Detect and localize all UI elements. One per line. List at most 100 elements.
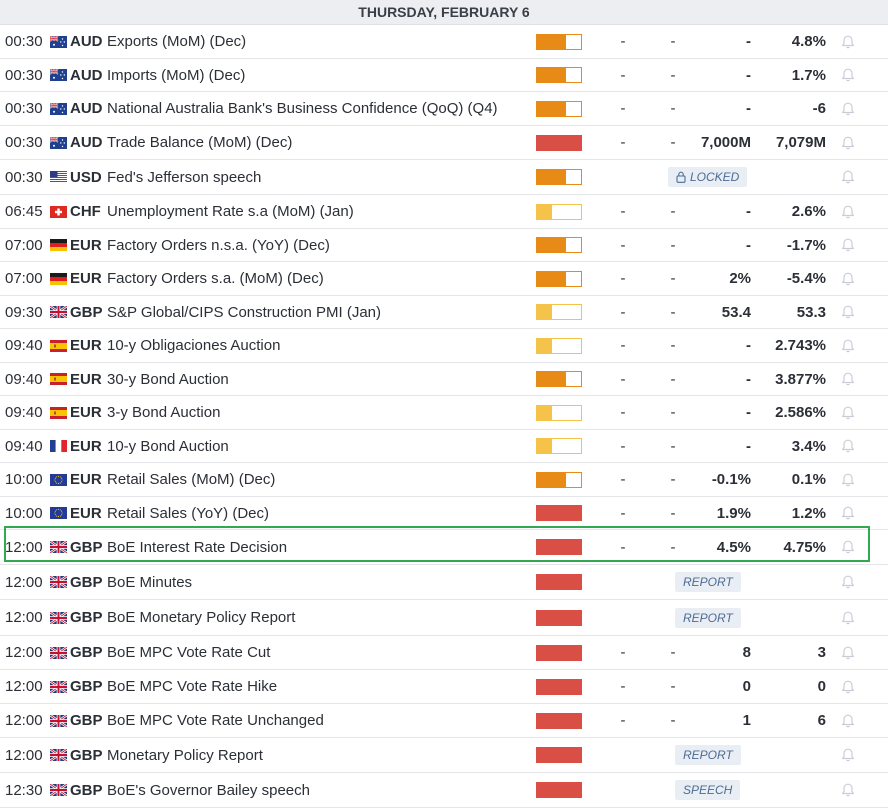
currency-code: GBP [70,538,103,556]
bell-icon[interactable] [840,371,856,387]
event-name[interactable]: Unemployment Rate s.a (MoM) (Jan) [107,195,354,228]
event-name[interactable]: Monetary Policy Report [107,738,263,772]
event-row[interactable]: 06:45 CHF Unemployment Rate s.a (MoM) (Jan… [0,195,888,229]
locked-badge[interactable]: LOCKED [668,167,748,187]
germany-flag-icon [50,272,67,285]
event-row[interactable]: 09:40 EUR 10-y Bond Auction - - - 3.4% [0,430,888,463]
report-badge[interactable]: REPORT [675,745,741,765]
event-row[interactable]: 12:30 GBP BoE's Governor Bailey speech SPEE… [0,773,888,808]
event-name[interactable]: Exports (MoM) (Dec) [107,25,246,58]
bell-icon[interactable] [840,204,856,220]
impact-bar-fill [537,575,581,589]
event-row[interactable]: 09:40 EUR 3-y Bond Auction - - - 2.586% [0,396,888,430]
bell-icon[interactable] [840,338,856,354]
bell-icon[interactable] [840,101,856,117]
event-row[interactable]: 12:00 GBP BoE MPC Vote Rate Hike - - 0 0 [0,670,888,704]
event-name[interactable]: 3-y Bond Auction [107,396,220,429]
bell-icon[interactable] [840,472,856,488]
event-row[interactable]: 12:00 GBP BoE Monetary Policy Report REPORT [0,600,888,636]
previous-value: 1 [742,712,751,729]
event-name[interactable]: BoE MPC Vote Rate Cut [107,636,270,669]
bell-icon[interactable] [840,67,856,83]
event-name[interactable]: BoE Interest Rate Decision [107,530,287,564]
bell-icon[interactable] [840,713,856,729]
previous-value: - [746,236,751,254]
impact-bar-fill [537,271,567,286]
date-header: THURSDAY, FEBRUARY 6 [0,0,888,25]
speech-badge[interactable]: SPEECH [675,780,741,800]
consensus-value: - [620,203,626,220]
event-row[interactable]: 12:00 GBP BoE Interest Rate Decision - - 4.5%… [0,530,888,565]
event-row[interactable]: 07:00 EUR Factory Orders n.s.a. (YoY) (Dec… [0,229,888,262]
bell-icon[interactable] [840,237,856,253]
event-name[interactable]: 10-y Bond Auction [107,430,229,462]
event-name[interactable]: BoE MPC Vote Rate Unchanged [107,704,324,737]
report-badge[interactable]: REPORT [675,607,741,628]
event-name[interactable]: Imports (MoM) (Dec) [107,59,245,91]
currency-code: EUR [70,437,102,455]
bell-icon[interactable] [840,135,856,151]
event-row[interactable]: 00:30 AUD Exports (MoM) (Dec) - - - 4.8% [0,25,888,59]
event-time: 12:00 [5,712,43,729]
bell-icon[interactable] [840,574,856,590]
event-name[interactable]: BoE Monetary Policy Report [107,600,295,635]
event-row[interactable]: 00:30 AUD Trade Balance (MoM) (Dec) - - 7,000… [0,126,888,160]
event-row[interactable]: 10:00 EUR Retail Sales (MoM) (Dec) - - -0.1% 0… [0,463,888,497]
bell-icon[interactable] [840,747,856,763]
bell-icon[interactable] [840,304,856,320]
bell-icon[interactable] [840,782,856,798]
event-row[interactable]: 12:00 GBP Monetary Policy Report REPORT [0,738,888,773]
event-row[interactable]: 12:00 GBP BoE MPC Vote Rate Cut - - 8 3 [0,636,888,670]
bell-icon[interactable] [840,679,856,695]
event-row[interactable]: 07:00 EUR Factory Orders s.a. (MoM) (Dec) -… [0,262,888,296]
event-name[interactable]: Trade Balance (MoM) (Dec) [107,126,292,159]
event-name[interactable]: Retail Sales (MoM) (Dec) [107,463,275,496]
consensus-value: - [620,33,626,50]
event-row[interactable]: 09:40 EUR 10-y Obligaciones Auction - - - 2.74… [0,329,888,363]
event-time: 09:30 [5,303,43,321]
event-row[interactable]: 10:00 EUR Retail Sales (YoY) (Dec) - - 1.9% 1.… [0,497,888,530]
event-row[interactable]: 12:00 GBP BoE Minutes REPORT [0,565,888,600]
bell-icon[interactable] [840,645,856,661]
event-row[interactable]: 00:30 USD Fed's Jefferson speech LOCKED [0,160,888,195]
event-name[interactable]: Factory Orders s.a. (MoM) (Dec) [107,262,324,295]
bell-icon[interactable] [840,169,856,185]
event-row[interactable]: 09:40 EUR 30-y Bond Auction - - - 3.877% [0,363,888,396]
event-row[interactable]: 12:00 GBP BoE MPC Vote Rate Unchanged - - 1 6 [0,704,888,738]
event-name[interactable]: BoE's Governor Bailey speech [107,773,310,807]
event-name[interactable]: BoE MPC Vote Rate Hike [107,670,277,703]
actual-value: 2.6% [791,203,826,220]
bell-icon[interactable] [840,610,856,626]
event-name[interactable]: Factory Orders n.s.a. (YoY) (Dec) [107,229,330,261]
event-name[interactable]: 30-y Bond Auction [107,363,229,395]
event-time: 00:30 [5,134,43,151]
event-name[interactable]: Retail Sales (YoY) (Dec) [107,497,269,529]
event-time: 07:00 [5,270,43,287]
event-name[interactable]: S&P Global/CIPS Construction PMI (Jan) [107,296,381,328]
previous-value: - [746,370,751,388]
event-row[interactable]: 09:30 GBP S&P Global/CIPS Construction PMI… [0,296,888,329]
event-name[interactable]: Fed's Jefferson speech [107,160,261,194]
forecast-value: - [670,236,676,254]
consensus-value: - [620,370,626,388]
australia-flag-icon [50,136,67,149]
consensus-value: - [620,134,626,151]
consensus-value: - [620,712,626,729]
event-row[interactable]: 00:30 AUD Imports (MoM) (Dec) - - - 1.7% [0,59,888,92]
event-name[interactable]: 10-y Obligaciones Auction [107,329,280,362]
currency-code: EUR [70,370,102,388]
previous-value: - [746,100,751,117]
event-name[interactable]: National Australia Bank's Business Confi… [107,92,498,125]
forecast-value: - [670,678,676,695]
bell-icon[interactable] [840,505,856,521]
impact-bar [536,33,582,50]
bell-icon[interactable] [840,539,856,555]
bell-icon[interactable] [840,405,856,421]
report-badge[interactable]: REPORT [675,572,741,592]
bell-icon[interactable] [840,34,856,50]
event-row[interactable]: 00:30 AUD National Australia Bank's Busine… [0,92,888,126]
actual-value: -1.7% [786,236,826,254]
bell-icon[interactable] [840,271,856,287]
event-name[interactable]: BoE Minutes [107,565,192,599]
bell-icon[interactable] [840,438,856,454]
